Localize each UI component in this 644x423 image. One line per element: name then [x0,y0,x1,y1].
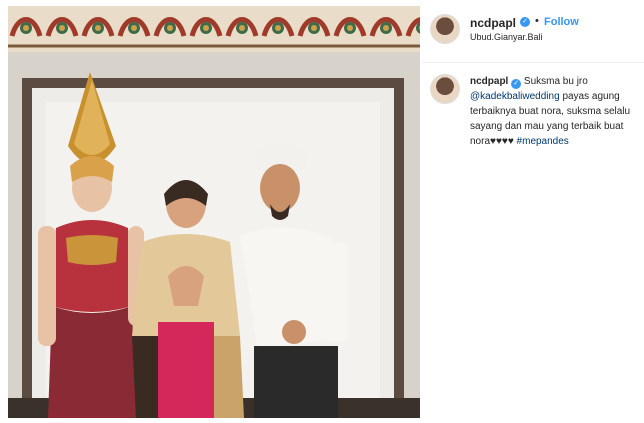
header-divider [422,62,644,63]
post-photo[interactable] [8,6,420,418]
photo-scene [8,6,420,418]
caption-mention-link[interactable]: @kadekbaliwedding [470,91,560,102]
caption-hashtag-link[interactable]: #mepandes [517,136,569,147]
instagram-post: ncdpapl ✓ • Follow Ubud.Gianyar.Bali ncd… [0,0,644,423]
location-link[interactable]: Ubud.Gianyar.Bali [470,32,543,42]
avatar[interactable] [430,14,460,44]
caption-text: ncdpapl ✓ Suksma bu jro @kadekbaliweddin… [470,74,644,149]
post-header: ncdpapl ✓ • Follow Ubud.Gianyar.Bali [430,14,644,54]
caption-row: ncdpapl ✓ Suksma bu jro @kadekbaliweddin… [430,74,644,194]
caption-text-part-1: Suksma bu jro [523,76,588,87]
caption-avatar[interactable] [430,74,460,104]
separator-dot: • [535,15,539,27]
header-username[interactable]: ncdpapl [470,16,516,30]
caption-verified-badge-icon: ✓ [511,79,522,89]
verified-badge-icon: ✓ [520,17,530,27]
follow-button[interactable]: Follow [544,16,579,28]
post-side-panel: ncdpapl ✓ • Follow Ubud.Gianyar.Bali ncd… [422,6,644,418]
caption-username[interactable]: ncdpapl [470,76,508,87]
